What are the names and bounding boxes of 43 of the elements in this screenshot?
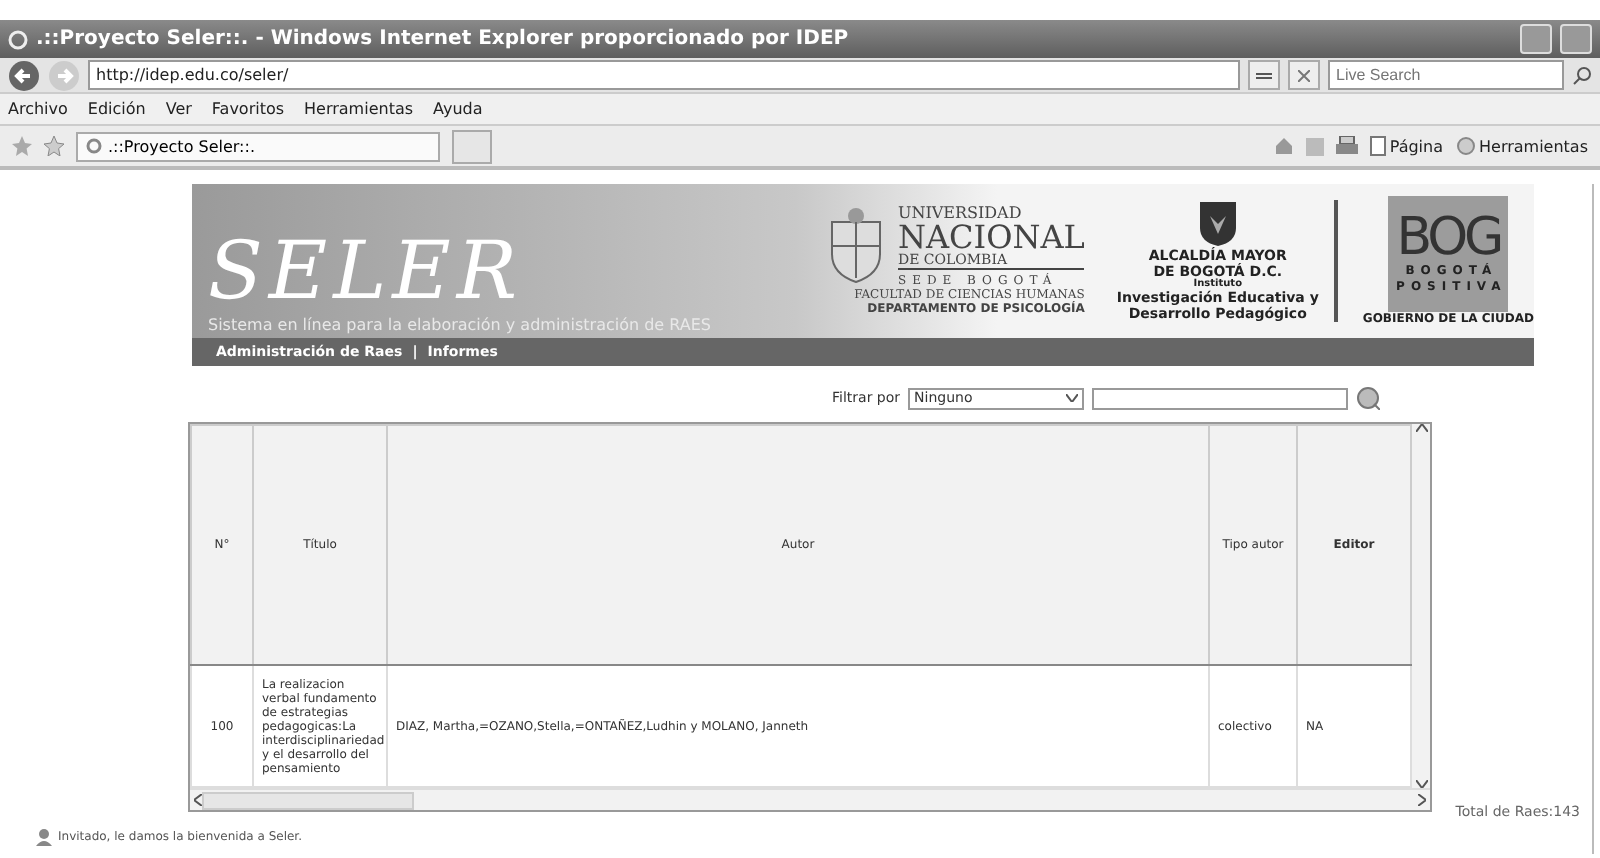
scroll-left-icon[interactable]: [194, 794, 202, 806]
menu-item[interactable]: Favoritos: [211, 100, 285, 118]
back-icon[interactable]: [8, 59, 40, 91]
browser-tab[interactable]: .::Proyecto Seler::.: [76, 131, 440, 161]
search-icon[interactable]: [1572, 65, 1592, 85]
vertical-scrollbar[interactable]: [1412, 424, 1430, 788]
scroll-down-icon[interactable]: [1415, 780, 1427, 788]
dropdown-caret-icon: [1066, 394, 1079, 402]
menu-item[interactable]: Ver: [165, 100, 192, 118]
university-name: UNIVERSIDAD: [897, 205, 1024, 222]
site-logo: SELER: [208, 228, 523, 316]
search-field[interactable]: Live Search: [1328, 60, 1564, 90]
restore-button[interactable]: [1560, 24, 1592, 54]
shield-icon: [1197, 199, 1238, 248]
favorites-star-icon[interactable]: [12, 136, 32, 156]
feed-icon[interactable]: [1305, 137, 1324, 155]
browser-icon: [8, 29, 28, 49]
stop-button[interactable]: [1288, 60, 1320, 90]
user-icon: [36, 828, 52, 846]
page-icon: [1369, 136, 1386, 156]
printer-icon[interactable]: [1335, 136, 1358, 156]
window-title: .::Proyecto Seler::. - Windows Internet Explorer proporcionado por IDEP: [36, 28, 851, 50]
page-menu[interactable]: Página: [1369, 136, 1443, 156]
minimize-button[interactable]: [1520, 24, 1552, 54]
menu-item[interactable]: Edición: [87, 100, 146, 118]
horizontal-scrollbar[interactable]: [190, 788, 1430, 810]
address-field[interactable]: http://idep.edu.co/seler/: [88, 60, 1240, 90]
menu-item[interactable]: Ayuda: [433, 100, 483, 118]
scroll-right-icon[interactable]: [1418, 794, 1426, 806]
tools-menu[interactable]: Herramientas: [1455, 136, 1588, 156]
home-icon[interactable]: [1273, 136, 1294, 156]
search-icon[interactable]: [1356, 386, 1381, 410]
scroll-up-icon[interactable]: [1415, 424, 1427, 432]
ring-icon: [86, 138, 102, 154]
add-favorites-icon[interactable]: [44, 136, 64, 156]
filter-input[interactable]: [1092, 387, 1349, 409]
university-name: NACIONAL: [897, 221, 1085, 254]
menu-item[interactable]: Herramientas: [304, 100, 414, 118]
close-icon: [1298, 69, 1310, 81]
menu-item[interactable]: Archivo: [8, 100, 68, 118]
new-tab-button[interactable]: [452, 129, 492, 163]
refresh-button[interactable]: [1248, 60, 1280, 90]
bog-logo-text: BOG: [1396, 212, 1501, 265]
